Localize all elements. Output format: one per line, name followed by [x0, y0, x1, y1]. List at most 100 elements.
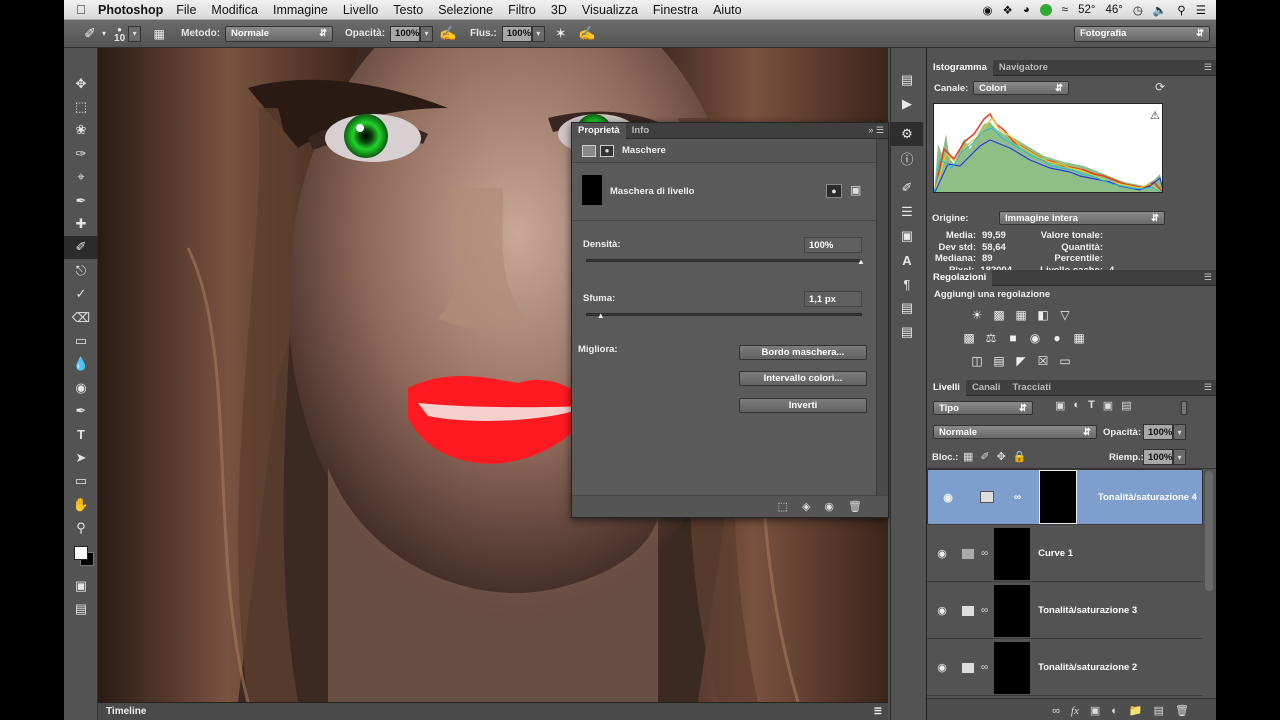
volume-icon[interactable]: 🔈: [1153, 3, 1167, 17]
selective-color-icon[interactable]: ☒: [1035, 353, 1051, 369]
visibility-eye-icon[interactable]: ◉: [927, 661, 957, 674]
menu-finestra[interactable]: Finestra: [653, 3, 698, 17]
blend-mode-select[interactable]: Normale ⇵: [933, 425, 1097, 439]
brush-presets-icon[interactable]: ☰: [891, 200, 923, 224]
time-machine-icon[interactable]: ◷: [1133, 3, 1143, 17]
layer-style-fx-icon[interactable]: fx: [1071, 705, 1079, 717]
threshold-icon[interactable]: ◤: [1013, 353, 1029, 369]
inverti-button[interactable]: Inverti: [739, 398, 867, 413]
photo-filter-icon[interactable]: ◉: [1027, 330, 1043, 346]
fill-field[interactable]: 100%: [1143, 449, 1173, 465]
gradient-map-icon[interactable]: ▭: [1057, 353, 1073, 369]
lasso-tool-icon[interactable]: ❀: [64, 119, 98, 142]
workspace-select[interactable]: Fotografia ⇵: [1074, 25, 1210, 42]
brush-icon[interactable]: ✐: [891, 176, 923, 200]
tab-tracciati[interactable]: Tracciati: [1006, 380, 1057, 396]
lock-image-icon[interactable]: ✐: [980, 450, 989, 463]
filter-toggle[interactable]: [1181, 401, 1187, 415]
layer-row[interactable]: ◉ ∞ Curve 1: [927, 526, 1203, 582]
visibility-eye-icon[interactable]: ◉: [933, 491, 963, 504]
healing-brush-tool-icon[interactable]: ✚: [64, 212, 98, 235]
properties-icon[interactable]: ⚙: [891, 122, 923, 146]
chevron-down-icon[interactable]: ▾: [102, 29, 106, 38]
brush-size-dropdown[interactable]: ▾: [128, 25, 142, 42]
spotlight-icon[interactable]: ⚲: [1177, 3, 1185, 17]
pen-tool-icon[interactable]: ✒: [64, 399, 98, 422]
filter-type-icon[interactable]: T: [1088, 399, 1095, 412]
menu-immagine[interactable]: Immagine: [273, 3, 328, 17]
character-icon[interactable]: A: [891, 248, 923, 272]
menu-3d[interactable]: 3D: [551, 3, 567, 17]
actions-play-icon[interactable]: ▶: [891, 92, 923, 116]
menu-visualizza[interactable]: Visualizza: [582, 3, 638, 17]
path-selection-tool-icon[interactable]: ➤: [64, 446, 98, 469]
screen-mode-icon[interactable]: ▤: [64, 597, 98, 620]
record-icon[interactable]: ◉: [982, 3, 992, 17]
panel-menu-icon[interactable]: » ☰: [868, 125, 884, 136]
bordo-maschera-button[interactable]: Bordo maschera...: [739, 345, 867, 360]
density-slider-thumb[interactable]: ▲: [857, 257, 865, 266]
opacita-field[interactable]: 100%: [390, 25, 421, 42]
invert-icon[interactable]: ◫: [969, 353, 985, 369]
lock-transparent-icon[interactable]: ▦: [963, 450, 973, 463]
layer-mask-thumbnail[interactable]: [994, 584, 1031, 637]
menu-modifica[interactable]: Modifica: [211, 3, 258, 17]
brush-tool-icon[interactable]: ✐: [64, 235, 98, 260]
vector-mask-mode-icon[interactable]: ●: [600, 144, 614, 157]
opacita-dropdown[interactable]: ▾: [420, 25, 434, 42]
brush-panel-icon[interactable]: ▦: [149, 24, 169, 44]
rectangle-tool-icon[interactable]: ▭: [64, 470, 98, 493]
quick-selection-tool-icon[interactable]: ✑: [64, 142, 98, 165]
add-mask-icon[interactable]: ▣: [1090, 704, 1100, 717]
apply-mask-icon[interactable]: ◈: [802, 500, 810, 513]
visibility-eye-icon[interactable]: ◉: [927, 547, 957, 560]
layer-filter-select[interactable]: Tipo ⇵: [933, 401, 1033, 415]
new-adjustment-icon[interactable]: ◐: [1111, 705, 1118, 717]
paragraph-icon[interactable]: ¶: [891, 272, 923, 296]
eyedropper-tool-icon[interactable]: ✒: [64, 189, 98, 212]
gradient-tool-icon[interactable]: ▭: [64, 329, 98, 352]
feather-field[interactable]: 1,1 px: [804, 291, 862, 307]
crop-tool-icon[interactable]: ⌖: [64, 166, 98, 189]
eraser-tool-icon[interactable]: ⌫: [64, 306, 98, 329]
warning-icon[interactable]: ⚠: [1150, 109, 1160, 122]
zoom-tool-icon[interactable]: ⚲: [64, 516, 98, 539]
move-tool-icon[interactable]: ✥: [64, 72, 98, 95]
load-selection-icon[interactable]: ⬚: [778, 500, 788, 513]
panel-menu-icon[interactable]: ☰: [1204, 62, 1212, 73]
feather-slider-thumb[interactable]: ▲: [597, 311, 605, 320]
color-swatches[interactable]: [64, 540, 97, 574]
quick-mask-icon[interactable]: ▣: [64, 574, 98, 597]
filter-adjustment-icon[interactable]: ◐: [1073, 399, 1080, 412]
intervallo-colori-button[interactable]: Intervallo colori...: [739, 371, 867, 386]
black-white-icon[interactable]: ■: [1005, 330, 1021, 346]
layer-opacity-field[interactable]: 100%: [1143, 424, 1173, 440]
timeline-panel[interactable]: Timeline ☰: [98, 702, 888, 720]
panel-menu-icon[interactable]: ☰: [874, 706, 882, 717]
panel-menu-icon[interactable]: ☰: [1204, 382, 1212, 393]
canale-select[interactable]: Colori ⇵: [973, 81, 1069, 95]
link-chain-icon[interactable]: ∞: [1014, 492, 1021, 503]
type-tool-icon[interactable]: T: [64, 423, 98, 446]
blur-tool-icon[interactable]: 💧: [64, 353, 98, 376]
tab-regolazioni[interactable]: Regolazioni: [927, 269, 993, 286]
exposure-icon[interactable]: ◧: [1035, 307, 1051, 323]
app-status-icon[interactable]: [1039, 3, 1052, 16]
link-layers-icon[interactable]: ∞: [1052, 705, 1060, 717]
trash-icon[interactable]: 🗑: [1175, 704, 1189, 717]
eye-status-icon[interactable]: ◕: [1023, 4, 1030, 16]
hand-tool-icon[interactable]: ✋: [64, 493, 98, 516]
fill-dropdown[interactable]: ▾: [1173, 449, 1186, 465]
refresh-icon[interactable]: ⟳: [1155, 80, 1165, 94]
vector-mask-add-icon[interactable]: ▣: [850, 183, 861, 197]
curves-icon[interactable]: ▦: [1013, 307, 1029, 323]
color-balance-icon[interactable]: ⚖: [983, 330, 999, 346]
apple-icon[interactable]: : [64, 2, 98, 17]
lock-all-icon[interactable]: 🔒: [1013, 450, 1027, 463]
tab-info[interactable]: Info: [626, 123, 655, 139]
levels-icon[interactable]: ▩: [991, 307, 1007, 323]
info-icon[interactable]: ⓘ: [891, 146, 923, 170]
lock-position-icon[interactable]: ✥: [997, 450, 1006, 463]
layer-row[interactable]: ◉ ∞ Tonalità/saturazione 4: [927, 469, 1203, 525]
clone-stamp-tool-icon[interactable]: ⎋: [64, 259, 98, 282]
